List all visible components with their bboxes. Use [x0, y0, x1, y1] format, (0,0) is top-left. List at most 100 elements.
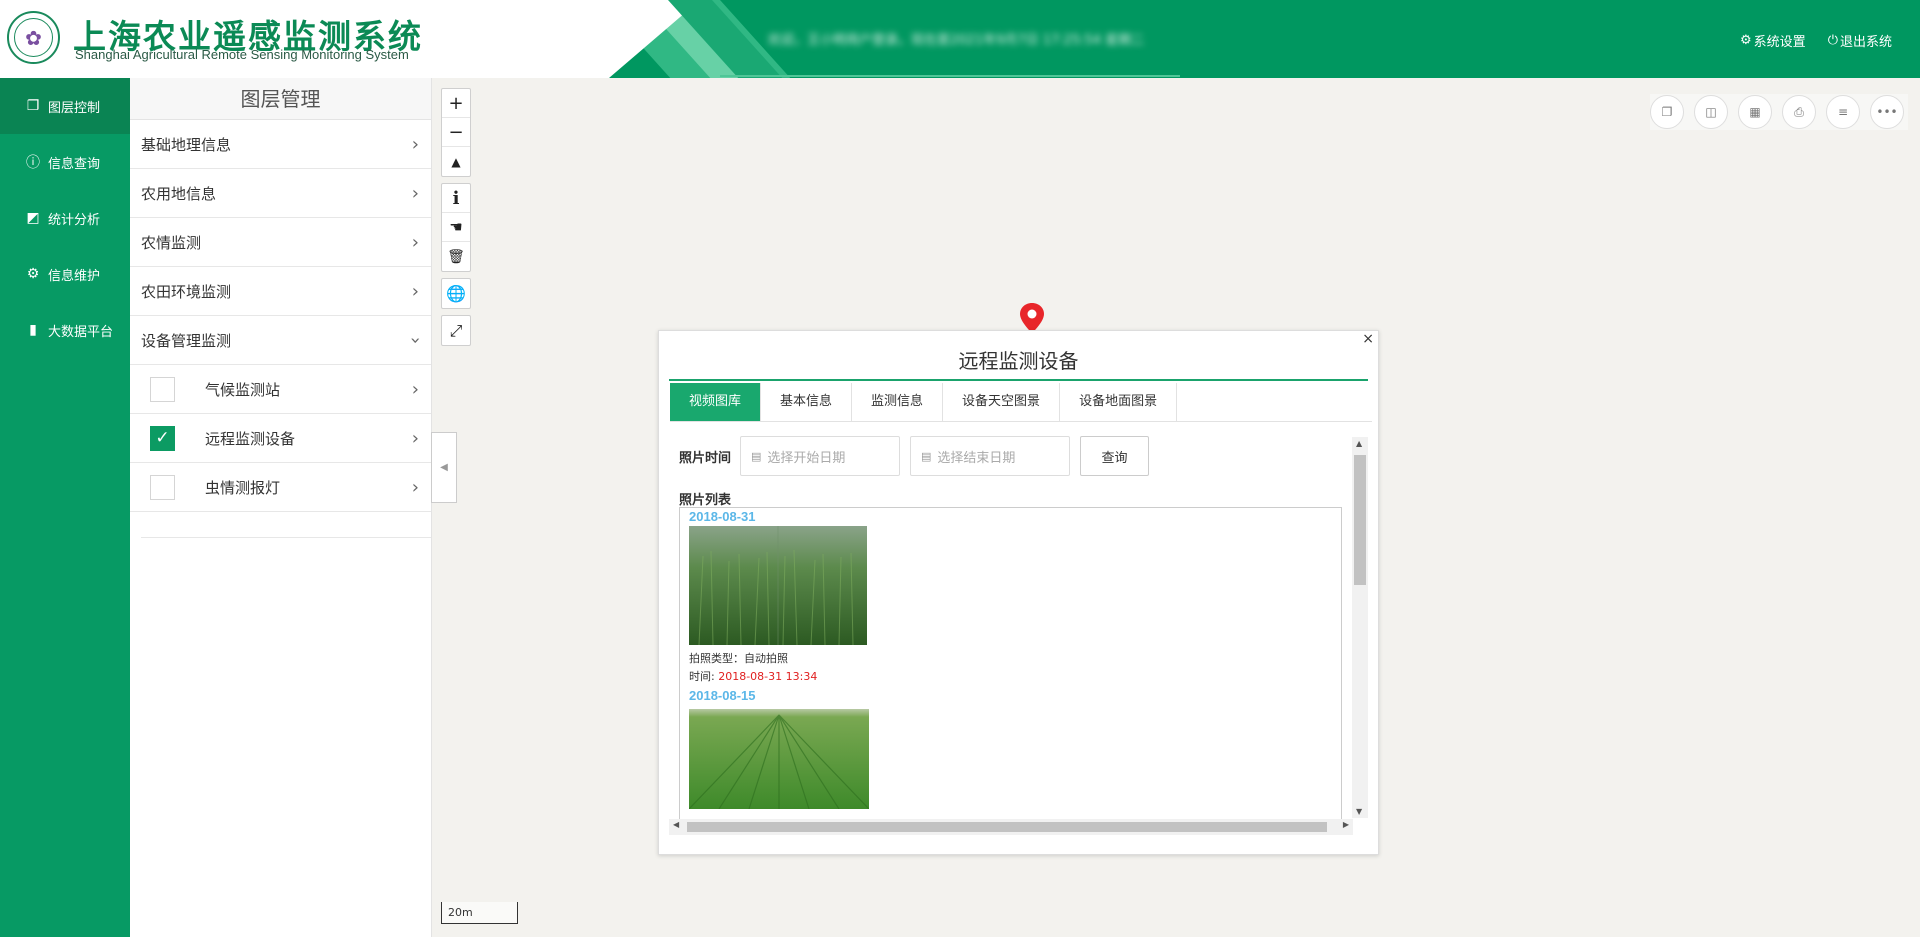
crop-photo-thumbnail[interactable]	[688, 709, 870, 810]
photo-time-value: 2018-08-31 13:34	[718, 670, 818, 683]
split-view-icon[interactable]: ◫	[1694, 95, 1728, 129]
nav-item-label: 信息查询	[48, 156, 101, 172]
logout-link[interactable]: ⏻ 退出系统	[1828, 31, 1892, 50]
tab-monitor-info[interactable]: 监测信息	[852, 383, 944, 421]
grid-view-icon[interactable]: ▦	[1738, 95, 1772, 129]
photo-type-line: 拍照类型：自动拍照	[689, 649, 1341, 669]
list-icon[interactable]: ≡	[1826, 95, 1860, 129]
popup-content: 照片时间 ▤ 选择开始日期 ▤ 选择结束日期 查询 照片列表 2018-08-31	[670, 436, 1363, 820]
device-popup: × 远程监测设备 视频图库 基本信息 监测信息 设备天空图景 设备地面图景 照片…	[658, 330, 1379, 855]
layer-checkbox[interactable]	[150, 376, 175, 402]
popup-title: 远程监测设备	[669, 347, 1368, 381]
power-icon: ⏻	[1827, 33, 1838, 48]
layer-group-farmland[interactable]: 农用地信息 ›	[130, 169, 431, 218]
layer-item-remote-device[interactable]: ✓ 远程监测设备 ›	[130, 414, 431, 463]
system-settings-link[interactable]: ⚙ 系统设置	[1740, 31, 1806, 50]
scrollbar-thumb[interactable]	[1354, 455, 1366, 585]
crop-photo-thumbnail[interactable]	[689, 526, 867, 646]
calendar-icon: ▤	[751, 449, 762, 463]
layer-panel: 图层管理 基础地理信息 › 农用地信息 › 农情监测 › 农田环境监测 › 设备管理监测…	[130, 78, 432, 937]
scroll-left-icon[interactable]: ◀	[673, 820, 679, 829]
layer-group-field-env[interactable]: 农田环境监测 ›	[130, 267, 431, 316]
gear-icon: ⚙	[26, 266, 40, 282]
layer-group-label: 农用地信息	[141, 184, 217, 203]
close-icon[interactable]: ×	[1362, 331, 1374, 347]
chevron-right-icon: ›	[411, 133, 419, 155]
scroll-up-icon[interactable]: ▲	[1356, 439, 1362, 448]
layer-item-label: 远程监测设备	[205, 429, 296, 448]
nav-item-bigdata[interactable]: ▮ 大数据平台	[0, 302, 130, 358]
pan-hand-button[interactable]: ☚	[442, 213, 470, 242]
layer-checkbox-checked[interactable]: ✓	[150, 425, 175, 451]
identify-info-button[interactable]: i	[442, 184, 470, 213]
fullscreen-group: ⤢	[441, 315, 471, 346]
layer-group-label: 农情监测	[141, 233, 202, 252]
layer-group-label: 基础地理信息	[141, 135, 232, 154]
layer-group-label: 设备管理监测	[141, 331, 232, 350]
layer-item-label: 虫情测报灯	[205, 478, 281, 497]
photo-date-header: 2018-08-31	[689, 509, 756, 524]
scroll-right-icon[interactable]: ▶	[1343, 820, 1349, 829]
layer-group-crop-monitor[interactable]: 农情监测 ›	[130, 218, 431, 267]
layers-icon: ❐	[26, 98, 40, 114]
scroll-down-icon[interactable]: ▼	[1356, 807, 1362, 816]
nav-item-maintenance[interactable]: ⚙ 信息维护	[0, 246, 130, 302]
fullscreen-button[interactable]: ⤢	[442, 316, 470, 345]
layer-item-pest-lamp[interactable]: 虫情测报灯 ›	[130, 463, 431, 512]
nav-item-label: 大数据平台	[48, 324, 114, 340]
start-date-input[interactable]: ▤ 选择开始日期	[740, 436, 901, 476]
info-icon: ⓘ	[26, 155, 40, 171]
clear-trash-button[interactable]: 🗑	[442, 242, 470, 271]
layer-group-basic-geo[interactable]: 基础地理信息 ›	[130, 120, 431, 169]
photo-list: 2018-08-31 拍照类型：自动拍照 时间: 2018-08-31 13:3…	[679, 507, 1342, 820]
north-arrow-button[interactable]: ▲	[442, 147, 470, 176]
popup-vertical-scrollbar[interactable]: ▲ ▼	[1352, 437, 1368, 818]
app-header: ✿ 上海农业遥感监测系统 Shanghai Agricultural Remot…	[0, 0, 1920, 78]
more-icon[interactable]: •••	[1870, 95, 1904, 129]
scrollbar-thumb[interactable]	[687, 822, 1327, 832]
query-button[interactable]: 查询	[1080, 436, 1150, 476]
gear-icon: ⚙	[1740, 33, 1752, 48]
chevron-right-icon: ›	[411, 280, 419, 302]
panel-collapse-handle[interactable]: ◀	[431, 432, 457, 503]
nav-item-label: 图层控制	[48, 100, 101, 116]
chart-icon: ◩	[26, 210, 40, 226]
layer-item-label: 气候监测站	[205, 380, 281, 399]
marquee-underline	[720, 75, 1180, 77]
photo-time-label: 照片时间	[679, 450, 732, 466]
photo-type-value: 自动拍照	[744, 652, 788, 665]
basemap-group: 🌐	[441, 278, 471, 309]
nav-item-layer-control[interactable]: ❐ 图层控制	[0, 78, 130, 134]
popup-horizontal-scrollbar[interactable]: ◀ ▶	[669, 819, 1353, 835]
nav-item-label: 统计分析	[48, 212, 101, 228]
end-date-input[interactable]: ▤ 选择结束日期	[910, 436, 1071, 476]
photo-time-line: 时间: 2018-08-31 13:34	[689, 667, 1341, 687]
location-marker-icon[interactable]	[1020, 303, 1044, 333]
left-nav: ❐ 图层控制 ⓘ 信息查询 ◩ 统计分析 ⚙ 信息维护 ▮ 大数据平台	[0, 78, 130, 937]
header-links: ⚙ 系统设置 ⏻ 退出系统	[1740, 31, 1892, 50]
bar-chart-icon: ▮	[29, 322, 37, 338]
welcome-marquee: 欢迎，王小明用户登录。现在是2021年9月7日 17:25:54 星期二	[768, 33, 1145, 48]
end-date-placeholder: 选择结束日期	[937, 450, 1016, 466]
zoom-group: + − ▲	[441, 88, 471, 177]
print-icon[interactable]: ⎙	[1782, 95, 1816, 129]
zoom-out-button[interactable]: −	[442, 118, 470, 147]
system-settings-label: 系统设置	[1753, 35, 1806, 50]
tab-sky-view[interactable]: 设备天空图景	[943, 383, 1061, 421]
layer-item-climate-station[interactable]: 气候监测站 ›	[130, 365, 431, 414]
copy-view-icon[interactable]: ❐	[1650, 95, 1684, 129]
tab-video-gallery[interactable]: 视频图库	[670, 383, 762, 421]
nav-item-info-query[interactable]: ⓘ 信息查询	[0, 134, 130, 190]
chevron-right-icon: ›	[411, 476, 419, 498]
zoom-in-button[interactable]: +	[442, 89, 470, 118]
layer-group-label: 农田环境监测	[141, 282, 232, 301]
nav-item-label: 信息维护	[48, 268, 101, 284]
globe-basemap-button[interactable]: 🌐	[442, 279, 470, 308]
photo-date-header: 2018-08-15	[689, 688, 756, 703]
tab-basic-info[interactable]: 基本信息	[761, 383, 853, 421]
layer-group-device-monitor[interactable]: 设备管理监测 ›	[130, 316, 431, 365]
tab-ground-view[interactable]: 设备地面图景	[1060, 383, 1178, 421]
chevron-right-icon: ›	[411, 182, 419, 204]
layer-checkbox[interactable]	[150, 474, 175, 500]
nav-item-statistics[interactable]: ◩ 统计分析	[0, 190, 130, 246]
